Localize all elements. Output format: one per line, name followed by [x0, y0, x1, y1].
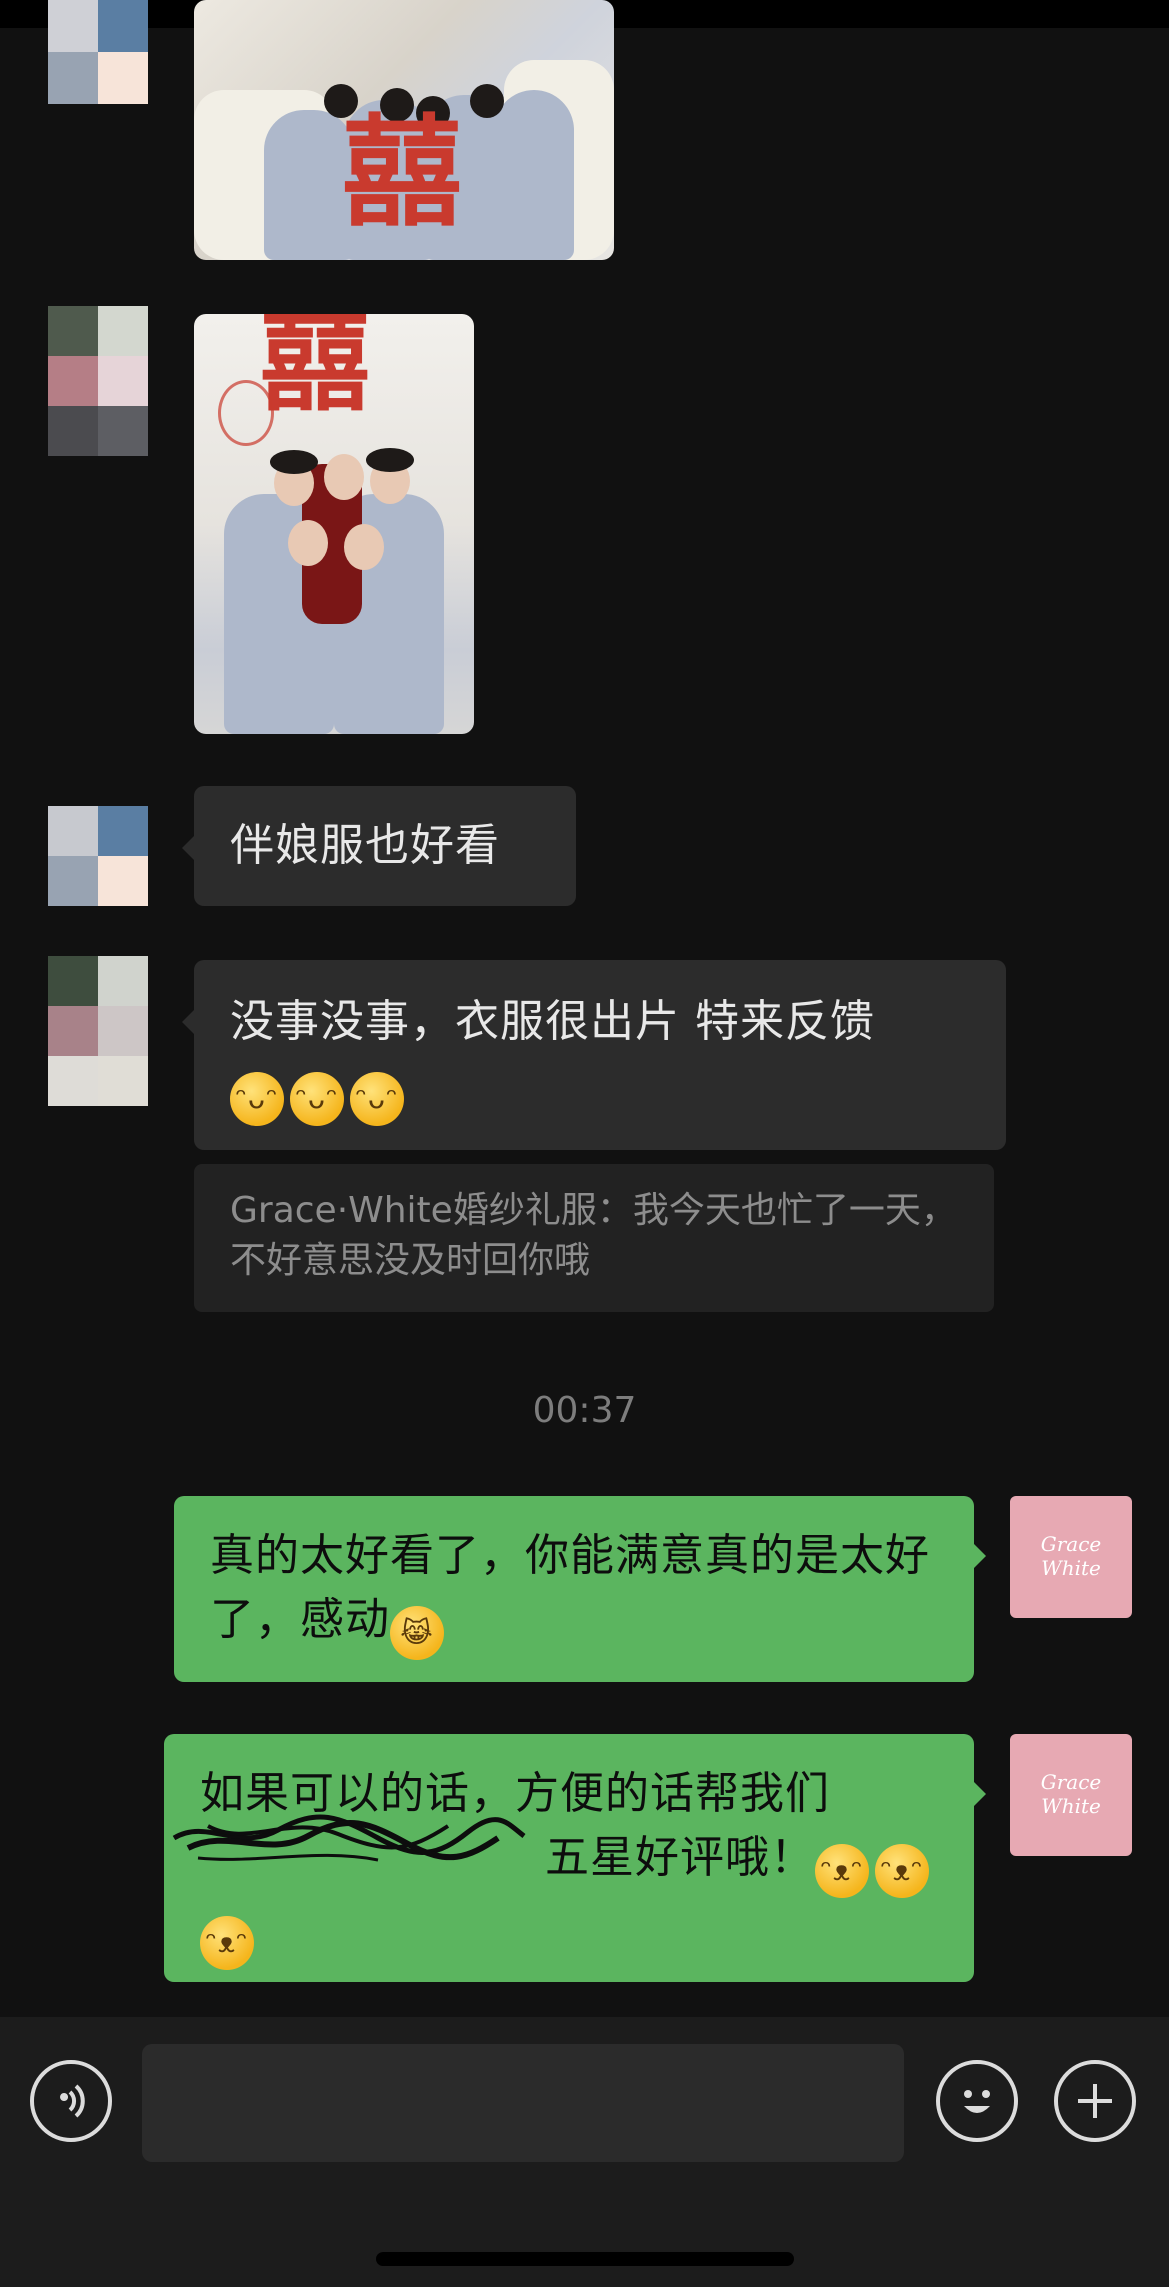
peek-emoji-icon: ᵔᴥᵔ: [875, 1844, 929, 1898]
peek-emoji-icon: ᵔᴥᵔ: [200, 1916, 254, 1970]
avatar[interactable]: [48, 306, 148, 456]
message-text: 真的太好看了，你能满意真的是太好了，感动 😹: [210, 1524, 950, 1660]
shop-avatar-line2: White: [1041, 1556, 1101, 1580]
outgoing-message-bubble[interactable]: 真的太好看了，你能满意真的是太好了，感动 😹: [174, 1496, 986, 1682]
grin-emoji-icon: ᵔᴗᵔ: [230, 1072, 284, 1126]
emoji-button[interactable]: [936, 2060, 1018, 2142]
message-text: 伴娘服也好看: [230, 820, 500, 871]
avatar[interactable]: [48, 806, 148, 906]
timestamp: 00:37: [532, 1390, 637, 1431]
shop-avatar[interactable]: Grace White: [1010, 1734, 1132, 1856]
quoted-message[interactable]: Grace·White婚纱礼服：我今天也忙了一天，不好意思没及时回你哦: [194, 1164, 994, 1312]
scribble-redaction: [172, 1814, 526, 1862]
avatar[interactable]: [48, 0, 148, 104]
shop-avatar-line2: White: [1041, 1794, 1101, 1818]
voice-icon: [60, 2084, 85, 2118]
grin-emoji-icon: ᵔᴗᵔ: [290, 1072, 344, 1126]
incoming-message-bubble[interactable]: 伴娘服也好看: [182, 786, 576, 906]
plus-icon: [1078, 2084, 1112, 2118]
shop-avatar[interactable]: Grace White: [1010, 1496, 1132, 1618]
xi-symbol: 囍: [260, 314, 370, 426]
smile-icon: [964, 2090, 990, 2113]
plus-button[interactable]: [1054, 2060, 1136, 2142]
shop-avatar-line1: Grace: [1040, 1770, 1102, 1794]
message-input[interactable]: [142, 2044, 904, 2162]
message-text-line: 没事没事，衣服很出片 特来反馈: [230, 996, 875, 1047]
quoted-text: Grace·White婚纱礼服：我今天也忙了一天，不好意思没及时回你哦: [230, 1190, 957, 1281]
xi-symbol: 囍: [342, 102, 462, 243]
photo-message[interactable]: 囍: [194, 314, 474, 734]
grin-emoji-icon: ᵔᴗᵔ: [350, 1072, 404, 1126]
peek-emoji-icon: ᵔᴥᵔ: [815, 1844, 869, 1898]
voice-button[interactable]: [30, 2060, 112, 2142]
incoming-message-bubble[interactable]: 没事没事，衣服很出片 特来反馈 ᵔᴗᵔ ᵔᴗᵔ ᵔᴗᵔ: [182, 960, 1006, 1150]
message-text: 没事没事，衣服很出片 特来反馈 ᵔᴗᵔ ᵔᴗᵔ ᵔᴗᵔ: [230, 990, 990, 1126]
avatar[interactable]: [48, 956, 148, 1106]
home-indicator: [376, 2252, 794, 2266]
tears-of-joy-emoji-icon: 😹: [390, 1606, 444, 1660]
photo-message[interactable]: 囍: [194, 0, 614, 260]
shop-avatar-line1: Grace: [1040, 1532, 1102, 1556]
message-text-line: 五星好评哦！: [545, 1832, 815, 1883]
message-text-line: 真的太好看了，你能满意真的是太好了，感动: [210, 1530, 930, 1645]
